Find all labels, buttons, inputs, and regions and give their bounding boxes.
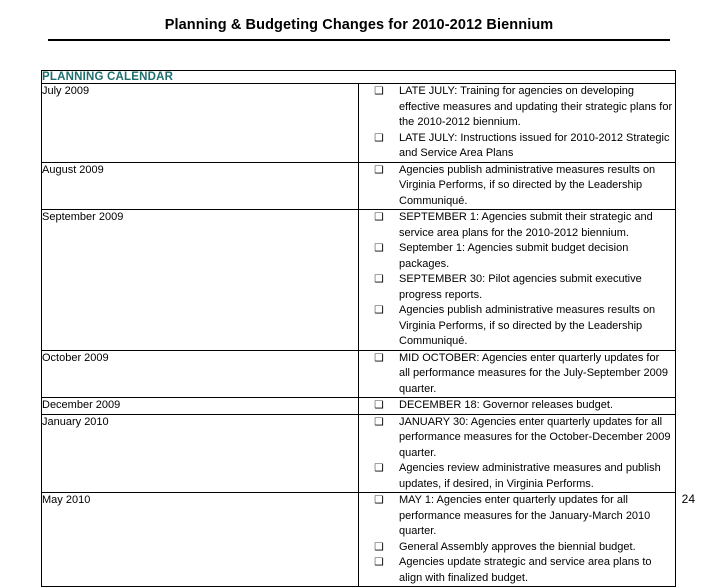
page-title: Planning & Budgeting Changes for 2010-20… — [164, 17, 554, 33]
calendar-item-text: SEPTEMBER 30: Pilot agencies submit exec… — [399, 273, 642, 301]
table-row: January 2010 ❑ JANUARY 30: Agencies enter … — [41, 413, 676, 493]
calendar-item: ❑ Agencies publish administrative measure… — [359, 303, 675, 350]
calendar-items-cell: ❑ Agencies publish administrative measure… — [358, 161, 676, 210]
calendar-item-text: DECEMBER 18: Governor releases budget. — [399, 399, 613, 411]
calendar-item: ❑ MID OCTOBER: Agencies enter quarterly u… — [359, 351, 675, 398]
calendar-item-text: JANUARY 30: Agencies enter quarterly upd… — [399, 415, 671, 459]
empty-checkbox-icon[interactable]: ❑ — [359, 540, 399, 556]
calendar-item: ❑ Agencies update strategic and service a… — [359, 555, 675, 586]
empty-checkbox-icon[interactable]: ❑ — [359, 241, 399, 257]
calendar-item-text: MAY 1: Agencies enter quarterly updates … — [399, 494, 651, 537]
table-body: July 2009 ❑ LATE JULY: Training for agenci… — [41, 83, 676, 587]
month-label: September 2009 — [41, 209, 359, 351]
calendar-items-cell: ❑ JANUARY 30: Agencies enter quarterly up… — [358, 413, 676, 493]
calendar-item-text: Agencies publish administrative measures… — [399, 304, 656, 347]
table-row: October 2009 ❑ MID OCTOBER: Agencies enter… — [41, 349, 676, 398]
month-label: July 2009 — [41, 83, 359, 163]
calendar-item-text: Agencies update strategic and service ar… — [399, 556, 652, 584]
calendar-item-text: LATE JULY: Training for agencies on deve… — [399, 85, 673, 128]
calendar-item-text: SEPTEMBER 1: Agencies submit their strat… — [399, 211, 653, 239]
calendar-item-list: ❑ SEPTEMBER 1: Agencies submit their stra… — [359, 210, 675, 350]
month-label: August 2009 — [41, 161, 359, 210]
calendar-item: ❑ LATE JULY: Instructions issued for 2010… — [359, 131, 675, 162]
empty-checkbox-icon[interactable]: ❑ — [359, 163, 399, 179]
empty-checkbox-icon[interactable]: ❑ — [359, 131, 399, 147]
calendar-item: ❑ General Assembly approves the biennial … — [359, 540, 675, 556]
empty-checkbox-icon[interactable]: ❑ — [359, 210, 399, 226]
calendar-item-text: LATE JULY: Instructions issued for 2010-… — [399, 131, 670, 160]
calendar-item-text: Agencies review administrative measures … — [399, 462, 661, 490]
empty-checkbox-icon[interactable]: ❑ — [359, 351, 399, 367]
calendar-item: ❑ SEPTEMBER 1: Agencies submit their stra… — [359, 210, 675, 241]
calendar-item-list: ❑ DECEMBER 18: Governor releases budget. — [359, 398, 675, 414]
title-block: Planning & Budgeting Changes for 2010-20… — [48, 16, 670, 41]
empty-checkbox-icon[interactable]: ❑ — [359, 398, 399, 414]
calendar-item: ❑ MAY 1: Agencies enter quarterly updates… — [359, 493, 675, 540]
calendar-item: ❑ JANUARY 30: Agencies enter quarterly up… — [359, 415, 675, 462]
empty-checkbox-icon[interactable]: ❑ — [359, 493, 399, 509]
month-label: October 2009 — [41, 349, 359, 398]
table-row: August 2009 ❑ Agencies publish administrat… — [41, 161, 676, 210]
calendar-items-cell: ❑ SEPTEMBER 1: Agencies submit their stra… — [358, 209, 676, 351]
calendar-item-list: ❑ LATE JULY: Training for agencies on dev… — [359, 84, 675, 162]
table-head: PLANNING CALENDAR — [41, 70, 676, 84]
calendar-items-cell: ❑ MID OCTOBER: Agencies enter quarterly u… — [358, 349, 676, 398]
calendar-items-cell: ❑ DECEMBER 18: Governor releases budget. — [358, 397, 676, 415]
empty-checkbox-icon[interactable]: ❑ — [359, 272, 399, 288]
calendar-item-text: MID OCTOBER: Agencies enter quarterly up… — [399, 351, 669, 395]
page-number: 24 — [681, 492, 695, 506]
table-header-label: PLANNING CALENDAR — [41, 70, 676, 84]
calendar-item-text: September 1: Agencies submit budget deci… — [399, 242, 629, 270]
planning-calendar-table: PLANNING CALENDAR July 2009 ❑ LATE JULY: T… — [41, 70, 676, 587]
table-row: September 2009 ❑ SEPTEMBER 1: Agencies sub… — [41, 209, 676, 351]
calendar-item: ❑ September 1: Agencies submit budget dec… — [359, 241, 675, 272]
empty-checkbox-icon[interactable]: ❑ — [359, 84, 399, 100]
month-label: January 2010 — [41, 413, 359, 493]
calendar-item: ❑ SEPTEMBER 30: Pilot agencies submit exe… — [359, 272, 675, 303]
calendar-items-cell: ❑ LATE JULY: Training for agencies on dev… — [358, 83, 676, 163]
title-underline-rule — [48, 39, 670, 41]
calendar-item: ❑ LATE JULY: Training for agencies on dev… — [359, 84, 675, 131]
table-row: July 2009 ❑ LATE JULY: Training for agenci… — [41, 83, 676, 163]
calendar-item: ❑ Agencies review administrative measures… — [359, 461, 675, 492]
empty-checkbox-icon[interactable]: ❑ — [359, 303, 399, 319]
calendar-item-text: Agencies publish administrative measures… — [399, 163, 656, 207]
calendar-item-list: ❑ MID OCTOBER: Agencies enter quarterly u… — [359, 351, 675, 398]
calendar-item: ❑ Agencies publish administrative measure… — [359, 163, 675, 210]
calendar-item-list: ❑ Agencies publish administrative measure… — [359, 163, 675, 210]
calendar-item-list: ❑ JANUARY 30: Agencies enter quarterly up… — [359, 415, 675, 493]
empty-checkbox-icon[interactable]: ❑ — [359, 461, 399, 477]
calendar-item-text: General Assembly approves the biennial b… — [399, 540, 636, 553]
table-row: December 2009 ❑ DECEMBER 18: Governor rele… — [41, 397, 676, 415]
empty-checkbox-icon[interactable]: ❑ — [359, 415, 399, 431]
empty-checkbox-icon[interactable]: ❑ — [359, 555, 399, 571]
month-label: December 2009 — [41, 397, 359, 415]
calendar-item: ❑ DECEMBER 18: Governor releases budget. — [359, 398, 675, 414]
table-header-row: PLANNING CALENDAR — [41, 70, 676, 84]
